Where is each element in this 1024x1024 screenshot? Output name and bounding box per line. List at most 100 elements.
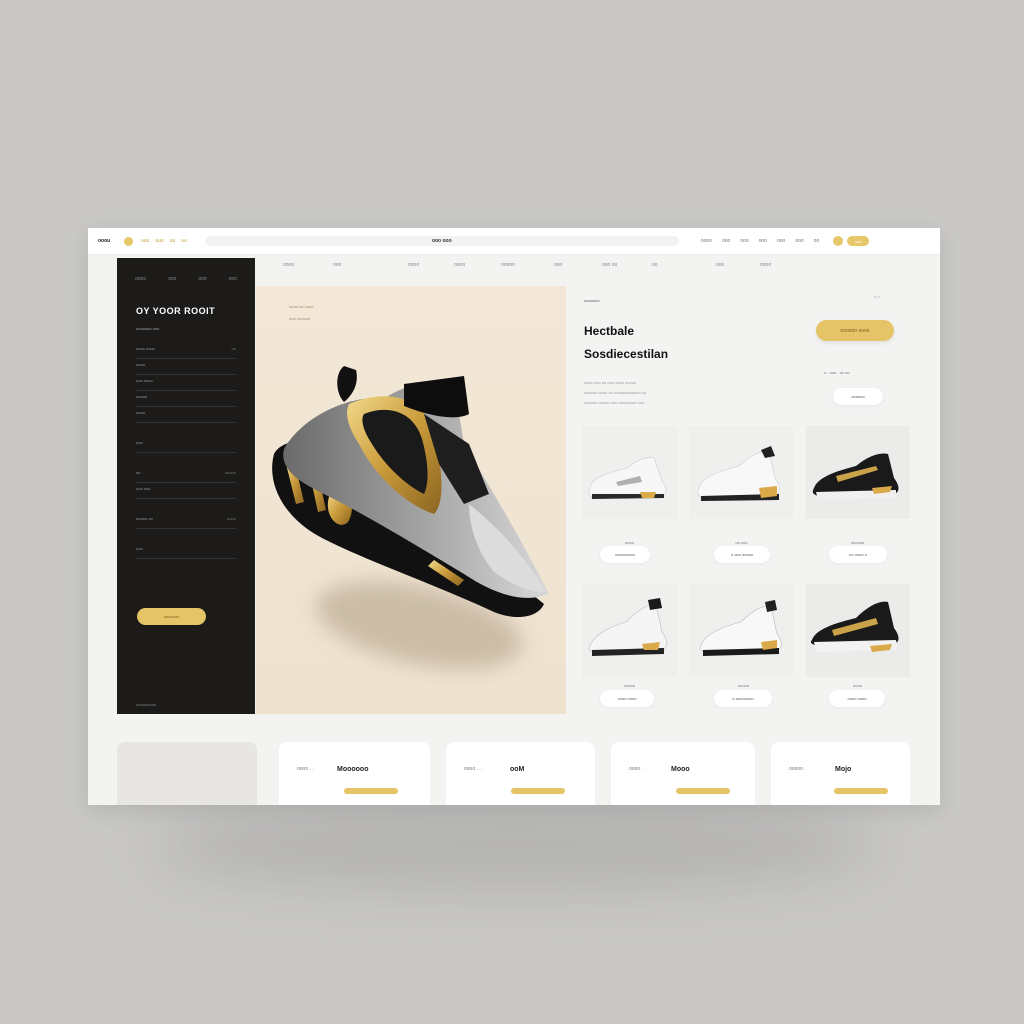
- product-card-button[interactable]: oo oooo o: [829, 546, 887, 563]
- sidebar-filter-row[interactable]: oooo oooo oo: [136, 342, 236, 359]
- search-input[interactable]: ooo ooo: [204, 236, 679, 246]
- top-nav-item[interactable]: uu: [181, 238, 187, 244]
- right-nav-item[interactable]: oooo: [701, 238, 712, 244]
- category-card-value: Mooo: [671, 766, 690, 773]
- white-sneaker-image: [588, 598, 667, 656]
- category-card[interactable]: oooo . . Moooooo: [279, 742, 430, 805]
- white-sneaker-image: [588, 457, 667, 499]
- sub-nav-item[interactable]: oooo: [760, 262, 771, 268]
- hero-label: ooo oooooo: [289, 316, 311, 321]
- sidebar-tab[interactable]: ooo: [168, 276, 176, 282]
- sidebar-filter-row[interactable]: ooooo oo oooo: [136, 512, 236, 529]
- filter-value: oo: [231, 346, 236, 351]
- product-card-caption: oooooo: [850, 540, 865, 545]
- promo-card[interactable]: [117, 742, 257, 805]
- right-nav-item[interactable]: ooo: [722, 238, 730, 244]
- sidebar-filter-row[interactable]: ooooo: [136, 390, 236, 407]
- category-card-button[interactable]: [676, 788, 730, 794]
- app-window: ooou uuu uuu uu uu ooo ooo oooo ooo ooo …: [88, 228, 940, 805]
- sidebar-filter-row[interactable]: ooo: [136, 542, 236, 559]
- product-card-button[interactable]: o oooooooo: [714, 690, 772, 707]
- sidebar-filter-row[interactable]: ooo ooo: [136, 482, 236, 499]
- product-card-image[interactable]: [689, 426, 793, 519]
- sidebar-filter-row[interactable]: oooo: [136, 358, 236, 375]
- right-nav-item[interactable]: ooo: [759, 238, 767, 244]
- product-card-button[interactable]: o ooo ooooo: [714, 546, 770, 563]
- right-nav-item[interactable]: ooo: [777, 238, 785, 244]
- category-card[interactable]: ooooo . Mojo: [771, 742, 910, 805]
- category-card[interactable]: oooo . Mooo: [611, 742, 755, 805]
- sidebar-filter-row[interactable]: oo ooooo: [136, 466, 236, 483]
- category-card-value: Moooooo: [337, 766, 369, 773]
- secondary-button[interactable]: oooooo: [833, 388, 883, 405]
- sub-nav-item[interactable]: oooo: [283, 262, 294, 268]
- top-bar: ooou uuu uuu uu uu ooo ooo oooo ooo ooo …: [88, 228, 940, 255]
- sidebar-filter-row[interactable]: ooo oooo: [136, 374, 236, 391]
- product-description-line: oooooo ooooo ooo oooooooo ooo: [584, 400, 645, 405]
- filter-sidebar: oooo ooo ooo ooo OY YOOR ROOIT ooooooo o…: [117, 258, 255, 714]
- corner-label: o o: [874, 294, 880, 299]
- product-card-image[interactable]: [582, 426, 677, 519]
- product-card-button[interactable]: oooo oooo: [600, 690, 654, 707]
- category-card[interactable]: oooo . . . ooM: [446, 742, 595, 805]
- sub-nav-item[interactable]: ooooo: [501, 262, 515, 268]
- sidebar-tab[interactable]: ooo: [198, 276, 206, 282]
- right-nav-item[interactable]: ooo: [740, 238, 748, 244]
- sub-nav-item[interactable]: oooo: [454, 262, 465, 268]
- filter-label: ooo oooo: [136, 378, 153, 383]
- filter-label: oooo: [136, 362, 145, 367]
- filter-value: oooo: [227, 516, 236, 521]
- account-button[interactable]: ooo: [847, 236, 870, 246]
- filter-label: oo: [136, 470, 141, 475]
- sub-nav-item[interactable]: oooo: [408, 262, 419, 268]
- brand-logo[interactable]: ooou: [98, 238, 124, 244]
- hero-sneaker-image[interactable]: [264, 354, 564, 624]
- sub-nav-item[interactable]: oo: [652, 262, 658, 268]
- filter-label: ooo ooo: [136, 486, 151, 491]
- sidebar-subtitle: ooooooo ooo: [136, 326, 160, 331]
- sidebar-title: OY YOOR ROOIT: [136, 306, 216, 316]
- product-card-caption: oooo: [625, 540, 634, 545]
- sidebar-tab[interactable]: oooo: [135, 276, 146, 282]
- sub-nav-item[interactable]: ooo oo: [602, 262, 617, 268]
- filter-label: oooo: [136, 410, 145, 415]
- sidebar-tab[interactable]: ooo: [229, 276, 237, 282]
- sub-nav-item[interactable]: ooo: [554, 262, 562, 268]
- sidebar-filter-row[interactable]: oooo: [136, 406, 236, 423]
- top-nav-item[interactable]: uuu: [141, 238, 149, 244]
- product-card-button[interactable]: ooooooooo: [600, 546, 650, 563]
- right-nav-item[interactable]: ooo: [795, 238, 803, 244]
- sub-nav-item[interactable]: ooo: [716, 262, 724, 268]
- top-nav-item[interactable]: uuu: [155, 238, 163, 244]
- category-card-value: Mojo: [835, 766, 852, 773]
- filter-label: ooo: [136, 440, 143, 445]
- window-shadow: [150, 800, 880, 890]
- apply-filters-button[interactable]: ooooooo: [137, 608, 206, 625]
- product-card-caption: oooo: [853, 683, 862, 688]
- add-to-cart-button[interactable]: oooooo oooo: [816, 320, 894, 341]
- product-card-image[interactable]: [806, 584, 910, 677]
- top-nav-item[interactable]: uu: [170, 238, 176, 244]
- product-subtitle: Sosdiecestilan: [584, 347, 669, 361]
- sub-nav-item[interactable]: ooo: [333, 262, 341, 268]
- product-title: Hectbale: [584, 324, 635, 338]
- category-card-label: oooo . . .: [464, 766, 484, 772]
- category-card-button[interactable]: [834, 788, 888, 794]
- black-sneaker-image: [812, 453, 899, 500]
- category-card-button[interactable]: [344, 788, 398, 794]
- right-nav-item[interactable]: oo: [814, 238, 820, 244]
- product-card-image[interactable]: [806, 426, 910, 519]
- right-nav: oooo ooo ooo ooo ooo ooo oo: [701, 238, 819, 244]
- product-category-tag: ooooooo: [584, 298, 600, 303]
- product-card-button[interactable]: oooo oooo: [829, 690, 885, 707]
- white-sneaker-image: [699, 600, 782, 656]
- filter-value: ooooo: [224, 470, 236, 475]
- filter-label: ooooo: [136, 394, 148, 399]
- category-card-button[interactable]: [511, 788, 565, 794]
- user-avatar-icon[interactable]: [833, 236, 844, 246]
- category-card-label: oooo .: [629, 766, 643, 772]
- product-card-image[interactable]: [689, 584, 793, 677]
- sidebar-filter-row[interactable]: ooo: [136, 436, 236, 453]
- product-card-image[interactable]: [582, 584, 677, 677]
- hero-label: oooo oo oooo: [289, 304, 314, 309]
